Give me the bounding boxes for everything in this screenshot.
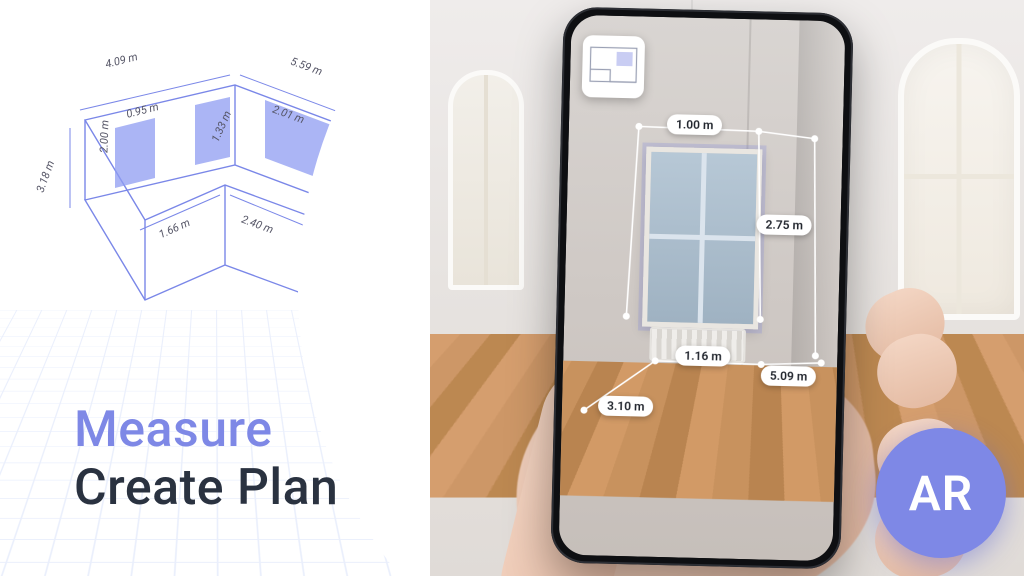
headline-line2: Create Plan: [74, 460, 338, 518]
ar-badge: AR: [876, 428, 1006, 558]
bg-window-left: [448, 70, 524, 290]
ar-label-3-10: 3.10 m: [598, 395, 654, 416]
headline-line1: Measure: [74, 402, 338, 460]
phone-device: 1.00 m 2.75 m 1.16 m 5.09 m 3.10 m: [550, 7, 853, 570]
minimap-card[interactable]: [582, 35, 645, 98]
promo-stage: 4.09 m 5.59 m 3.18 m 2.43 m 2.40 m 1.66 …: [0, 0, 1024, 576]
ar-label-1-16: 1.16 m: [675, 345, 731, 366]
headline: Measure Create Plan: [74, 402, 338, 517]
ar-label-1-00: 1.00 m: [667, 114, 723, 135]
ar-badge-label: AR: [909, 465, 974, 522]
minimap-icon: [582, 35, 645, 98]
ar-label-5-09: 5.09 m: [761, 365, 817, 386]
bg-window-right: [898, 38, 1020, 320]
ar-detected-window: [642, 147, 762, 330]
ar-label-2-75: 2.75 m: [756, 214, 812, 235]
phone-screen[interactable]: 1.00 m 2.75 m 1.16 m 5.09 m 3.10 m: [558, 15, 845, 562]
dim-2-00: 2.00 m: [97, 120, 111, 153]
